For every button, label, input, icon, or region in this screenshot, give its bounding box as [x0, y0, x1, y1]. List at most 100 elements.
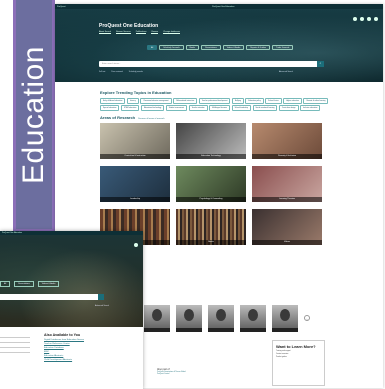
also-available-link[interactable]: Education Abstracts [44, 355, 140, 357]
person-card[interactable] [208, 305, 234, 332]
carousel-next-icon[interactable]: › [304, 315, 310, 321]
search-button[interactable]: ⌕ [317, 61, 324, 67]
filter-video[interactable]: Videos & Audio [222, 45, 245, 50]
topic-tag[interactable]: Education policy [245, 98, 264, 104]
overlay-screenshot: ProQuest One Education All Dissertations… [0, 231, 143, 389]
search-options: Full text Peer reviewed Scholarly journa… [99, 71, 293, 73]
person-photo [176, 305, 202, 328]
also-available-title: Also Available to You [44, 333, 81, 337]
advanced-search-link[interactable]: Advanced Search [95, 305, 109, 307]
area-tile[interactable]: Leadership [100, 165, 170, 202]
learn-more-link[interactable]: Training and support [276, 351, 321, 352]
topic-tag[interactable]: Differentiated instruction [173, 98, 198, 104]
link-browse-sources[interactable]: Browse Sources [116, 31, 131, 34]
also-available-link[interactable]: ERIC [44, 351, 140, 353]
database-links: About Search Browse Sources Publications… [99, 31, 180, 34]
filter-dissertations[interactable]: Dissertations [14, 281, 34, 287]
person-card[interactable] [144, 305, 170, 332]
filter-all[interactable]: All [147, 45, 158, 50]
education-label: Education [17, 45, 50, 184]
area-tile[interactable]: Diversity & Inclusion [252, 122, 322, 159]
filter-reports[interactable]: Reports & Guides [246, 45, 271, 50]
folder-icon[interactable] [367, 17, 371, 21]
search-input[interactable]: Enter search terms... [99, 61, 324, 67]
tile-caption: Education Technology [176, 153, 246, 159]
topic-tag[interactable]: Literacy [126, 98, 139, 104]
topic-tag[interactable]: Remote & online learning [303, 98, 329, 104]
also-part-link[interactable]: ProQuest Central [157, 374, 186, 375]
topic-tag[interactable]: Classroom behavior management [140, 98, 172, 104]
search-button[interactable] [98, 294, 104, 300]
trending-topics: Explore Trending Topics in Education Ear… [55, 82, 383, 111]
topic-tag[interactable]: Bullying [231, 98, 244, 104]
area-tile[interactable]: Videos [252, 208, 322, 245]
option-peer-reviewed[interactable]: Peer reviewed [111, 71, 123, 73]
area-tile[interactable]: Education Technology [176, 122, 246, 159]
proquest-logo[interactable]: ProQuest [57, 6, 65, 8]
tile-caption: Books [176, 239, 246, 245]
option-scholarly[interactable]: Scholarly journals [129, 71, 143, 73]
link-publications[interactable]: Publications [135, 31, 147, 34]
tile-caption: Diversity & Inclusion [252, 153, 322, 159]
filter-all[interactable]: All [0, 281, 11, 287]
link-about[interactable]: About Search [99, 31, 112, 34]
person-card[interactable] [176, 305, 202, 332]
bell-icon[interactable] [360, 17, 364, 21]
topic-tag[interactable]: Student assessment [165, 105, 188, 111]
link-browse[interactable]: Browse [151, 31, 159, 34]
search-input[interactable] [0, 294, 104, 300]
filter-books[interactable]: Books [185, 45, 200, 50]
user-icon[interactable] [374, 17, 378, 21]
topic-tag[interactable]: STEM education [120, 105, 140, 111]
topic-tag[interactable]: Higher education [283, 98, 302, 104]
also-available-link[interactable]: Education Database [44, 347, 140, 349]
person-photo [272, 305, 298, 328]
option-full-text[interactable]: Full text [99, 71, 105, 73]
area-tile[interactable]: Learning Theories [252, 165, 322, 202]
learn-more-link[interactable]: Content overview [276, 354, 321, 355]
topic-tag[interactable]: Teacher retention [188, 105, 208, 111]
tile-caption: Leadership [100, 196, 170, 202]
filter-trade[interactable]: Trade Journals [272, 45, 294, 50]
area-tile[interactable]: Psychology & Counseling [176, 165, 246, 202]
topic-tag[interactable]: Inclusive education [300, 105, 321, 111]
person-name [176, 328, 202, 332]
topic-tag[interactable]: School choice [265, 98, 282, 104]
area-tile[interactable]: Books [176, 208, 246, 245]
tile-caption: Curriculum & Instruction [100, 153, 170, 159]
person-photo [208, 305, 234, 328]
topic-tag[interactable]: Multilingual learners [209, 105, 231, 111]
database-name: ProQuest One Education [212, 5, 235, 8]
filter-dissertations[interactable]: Dissertations [201, 45, 221, 50]
filter-video[interactable]: Videos & Audio [37, 281, 60, 287]
header-icons [353, 17, 378, 21]
also-available-link[interactable]: Digital Databases from Education Source [44, 339, 140, 341]
person-name [240, 328, 266, 332]
advanced-search-link[interactable]: Advanced Search [279, 71, 293, 73]
topic-tag[interactable]: Educational technology [140, 105, 165, 111]
help-icon[interactable] [134, 243, 138, 247]
topic-tag[interactable]: Social emotional learning [252, 105, 278, 111]
also-available-link[interactable]: Child Development Abstracts [44, 359, 140, 361]
topic-tag[interactable]: School leadership [231, 105, 252, 111]
topic-tag[interactable]: Curriculum design [278, 105, 299, 111]
trending-title: Explore Trending Topics in Education [100, 90, 172, 95]
person-card[interactable] [272, 305, 298, 332]
link-change-db[interactable]: Change databases [163, 31, 180, 34]
overlay-search-hero: All Dissertations Videos & Audio Advance… [0, 235, 143, 327]
filter-scholarly[interactable]: Scholarly Journals [159, 45, 184, 50]
person-name [208, 328, 234, 332]
help-icon[interactable] [353, 17, 357, 21]
person-photo [240, 305, 266, 328]
area-tile[interactable]: Curriculum & Instruction [100, 122, 170, 159]
tile-caption: Psychology & Counseling [176, 196, 246, 202]
person-photo [144, 305, 170, 328]
topic-tag[interactable]: Early childhood education [100, 98, 126, 104]
topic-tag[interactable]: Teacher professional development [198, 98, 231, 104]
areas-subtitle-link[interactable]: Discover all areas of research [138, 118, 164, 120]
also-part-link[interactable]: ProQuest Dissertations & Theses Global [157, 372, 186, 373]
topic-tag[interactable]: Special education [100, 105, 120, 111]
also-available-link[interactable]: Teacher Reference Center [44, 343, 140, 345]
learn-more-link[interactable]: Product guides [276, 357, 321, 358]
person-card[interactable] [240, 305, 266, 332]
